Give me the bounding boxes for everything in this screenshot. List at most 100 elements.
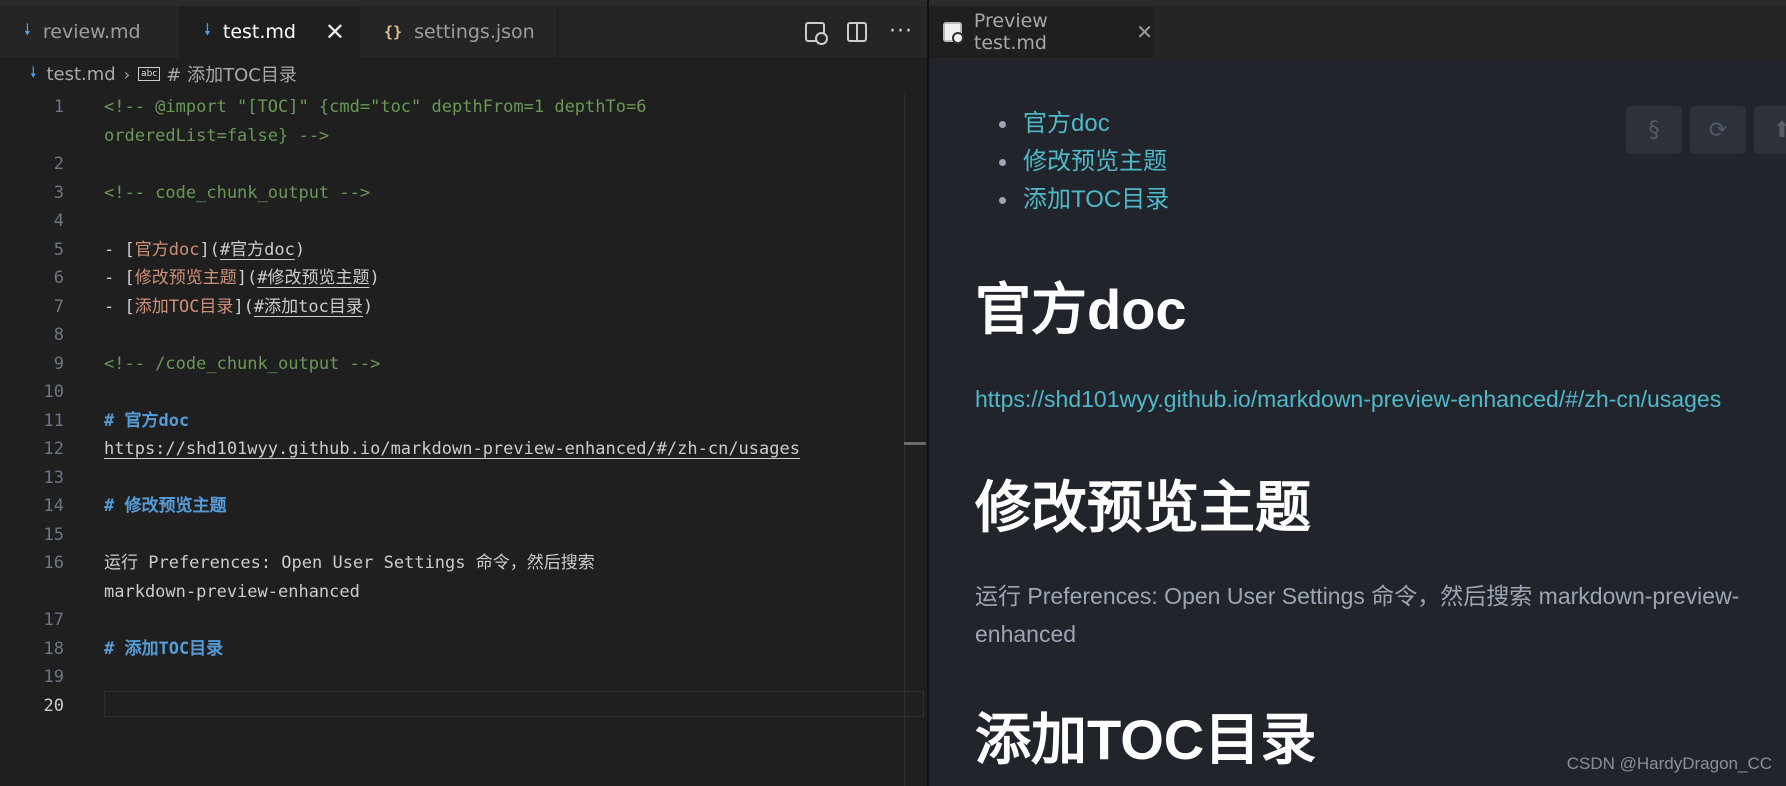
line-number: 4 bbox=[53, 211, 64, 231]
line-number: 1 bbox=[53, 97, 64, 117]
line-content: <!-- /code_chunk_output --> bbox=[104, 350, 380, 379]
code-line[interactable]: 20 bbox=[0, 692, 927, 721]
editor-actions: ··· bbox=[805, 6, 913, 58]
code-line[interactable]: 16 运行 Preferences: Open User Settings 命令，… bbox=[0, 549, 927, 578]
token-punct: - [ bbox=[104, 296, 135, 317]
line-number: 8 bbox=[53, 325, 64, 345]
editor-tab-bar: 🠗 review.md 🠗 test.md ✕ {} settings.json bbox=[0, 6, 927, 58]
tab-review-md[interactable]: 🠗 review.md bbox=[0, 6, 180, 58]
tab-label: Preview test.md bbox=[973, 10, 1048, 54]
line-number: 12 bbox=[43, 439, 64, 459]
token-punct: - [ bbox=[104, 268, 135, 288]
token-comment: <!-- code_chunk_output --> bbox=[104, 182, 371, 203]
token-punct: ) bbox=[362, 296, 374, 317]
breadcrumb-file[interactable]: test.md bbox=[46, 64, 115, 85]
line-number: 19 bbox=[43, 667, 64, 687]
breadcrumb-separator: › bbox=[123, 64, 131, 84]
line-content: # 修改预览主题 bbox=[104, 492, 226, 521]
token-url: #官方doc bbox=[219, 239, 295, 260]
breadcrumb: 🠗 test.md › abc # 添加TOC目录 bbox=[0, 58, 927, 90]
code-line[interactable]: markdown-preview-enhanced bbox=[0, 578, 927, 607]
token-punct: ]( bbox=[236, 268, 258, 288]
line-content: # 官方doc bbox=[104, 407, 189, 436]
toc-item[interactable]: 修改预览主题 bbox=[999, 143, 1167, 181]
code-line[interactable]: 11 # 官方doc bbox=[0, 407, 927, 436]
line-content: - [官方doc](#官方doc) bbox=[104, 236, 305, 265]
docs-link[interactable]: https://shd101wyy.github.io/markdown-pre… bbox=[975, 386, 1721, 413]
line-number: 7 bbox=[53, 296, 64, 317]
editor-scrollbar[interactable] bbox=[904, 93, 926, 786]
line-number: 2 bbox=[53, 154, 64, 174]
code-line[interactable]: 18 # 添加TOC目录 bbox=[0, 635, 927, 664]
split-editor-icon[interactable] bbox=[847, 22, 868, 42]
tab-label: test.md bbox=[222, 21, 296, 43]
symbol-string-icon: abc bbox=[138, 67, 161, 81]
code-line[interactable]: 7 - [添加TOC目录](#添加toc目录) bbox=[0, 293, 927, 322]
tab-settings-json[interactable]: {} settings.json bbox=[360, 6, 558, 58]
line-content: orderedList=false} --> bbox=[104, 122, 329, 151]
code-line[interactable]: 8 bbox=[0, 321, 927, 350]
json-icon: {} bbox=[384, 23, 403, 41]
line-number: 5 bbox=[53, 239, 64, 260]
line-content: 运行 Preferences: Open User Settings 命令，然后… bbox=[104, 549, 595, 578]
line-number: 17 bbox=[43, 610, 64, 630]
close-icon[interactable]: ✕ bbox=[1136, 20, 1153, 44]
more-actions-icon[interactable]: ··· bbox=[889, 21, 913, 43]
refresh-icon[interactable]: ⟳ bbox=[1690, 106, 1746, 154]
sync-source-icon[interactable]: § bbox=[1626, 106, 1682, 154]
breadcrumb-heading[interactable]: # 添加TOC目录 bbox=[166, 61, 297, 87]
toc-item[interactable]: 官方doc bbox=[999, 105, 1110, 143]
token-url: https://shd101wyy.github.io/markdown-pre… bbox=[104, 439, 800, 459]
token-head: # 添加TOC目录 bbox=[104, 638, 224, 659]
line-content: https://shd101wyy.github.io/markdown-pre… bbox=[104, 435, 800, 464]
toc-item[interactable]: 添加TOC目录 bbox=[998, 181, 1169, 219]
tab-preview-test-md[interactable]: Preview test.md ✕ bbox=[929, 6, 1153, 58]
token-linktext: 官方doc bbox=[134, 239, 200, 260]
code-line[interactable]: 6 - [修改预览主题](#修改预览主题) bbox=[0, 264, 927, 293]
line-number: 3 bbox=[53, 182, 64, 203]
line-number: 6 bbox=[53, 268, 64, 288]
line-number: 9 bbox=[53, 353, 64, 374]
code-line[interactable]: 2 bbox=[0, 150, 927, 179]
markdown-icon: 🠗 bbox=[24, 19, 31, 39]
back-to-top-icon[interactable]: ⬆ bbox=[1754, 106, 1786, 154]
open-preview-icon[interactable] bbox=[805, 22, 829, 45]
tab-label: review.md bbox=[42, 21, 141, 43]
token-punct: ) bbox=[369, 268, 380, 288]
token-head: # 官方doc bbox=[104, 410, 190, 431]
watermark: CSDN @HardyDragon_CC bbox=[1566, 754, 1772, 773]
line-content: - [修改预览主题](#修改预览主题) bbox=[104, 264, 380, 293]
line-number: 18 bbox=[43, 638, 64, 659]
token-punct: ]( bbox=[233, 296, 254, 317]
code-line[interactable]: 15 bbox=[0, 521, 927, 550]
tab-test-md[interactable]: 🠗 test.md ✕ bbox=[180, 6, 360, 58]
token-punct: ]( bbox=[199, 239, 220, 260]
code-line[interactable]: 5 - [官方doc](#官方doc) bbox=[0, 236, 927, 265]
line-number: 10 bbox=[43, 382, 64, 402]
line-number: 15 bbox=[43, 524, 64, 545]
code-line[interactable]: 4 bbox=[0, 207, 927, 236]
code-line[interactable]: 19 bbox=[0, 663, 927, 692]
line-content: markdown-preview-enhanced bbox=[104, 578, 360, 607]
code-line[interactable]: 12 https://shd101wyy.github.io/markdown-p… bbox=[0, 435, 927, 464]
code-line[interactable]: 9 <!-- /code_chunk_output --> bbox=[0, 350, 927, 379]
token-url: #添加toc目录 bbox=[253, 296, 363, 317]
code-line[interactable]: 10 bbox=[0, 378, 927, 407]
tab-label: settings.json bbox=[414, 21, 535, 43]
code-line[interactable]: orderedList=false} --> bbox=[0, 122, 927, 151]
code-line[interactable]: 13 bbox=[0, 464, 927, 493]
code-line[interactable]: 1 <!-- @import "[TOC]" {cmd="toc" depthFr… bbox=[0, 93, 927, 122]
code-line[interactable]: 17 bbox=[0, 606, 927, 635]
heading-add-toc: 添加TOC目录 bbox=[975, 708, 1317, 771]
preview-toolbar: § ⟳ ⬆ bbox=[1626, 106, 1786, 154]
scrollbar-thumb[interactable] bbox=[904, 442, 926, 445]
token-comment: orderedList=false} --> bbox=[104, 125, 330, 146]
preview-pane: Preview test.md ✕ § ⟳ ⬆ 官方doc 修改预览主题 添加T… bbox=[927, 0, 1786, 786]
token-url: #修改预览主题 bbox=[257, 268, 370, 288]
code-line[interactable]: 3 <!-- code_chunk_output --> bbox=[0, 179, 927, 208]
code-line[interactable]: 14 # 修改预览主题 bbox=[0, 492, 927, 521]
line-content: <!-- @import "[TOC]" {cmd="toc" depthFro… bbox=[104, 93, 646, 122]
close-icon[interactable]: ✕ bbox=[325, 18, 345, 46]
markdown-icon: 🠗 bbox=[204, 19, 211, 39]
token-head: # 修改预览主题 bbox=[104, 496, 227, 516]
